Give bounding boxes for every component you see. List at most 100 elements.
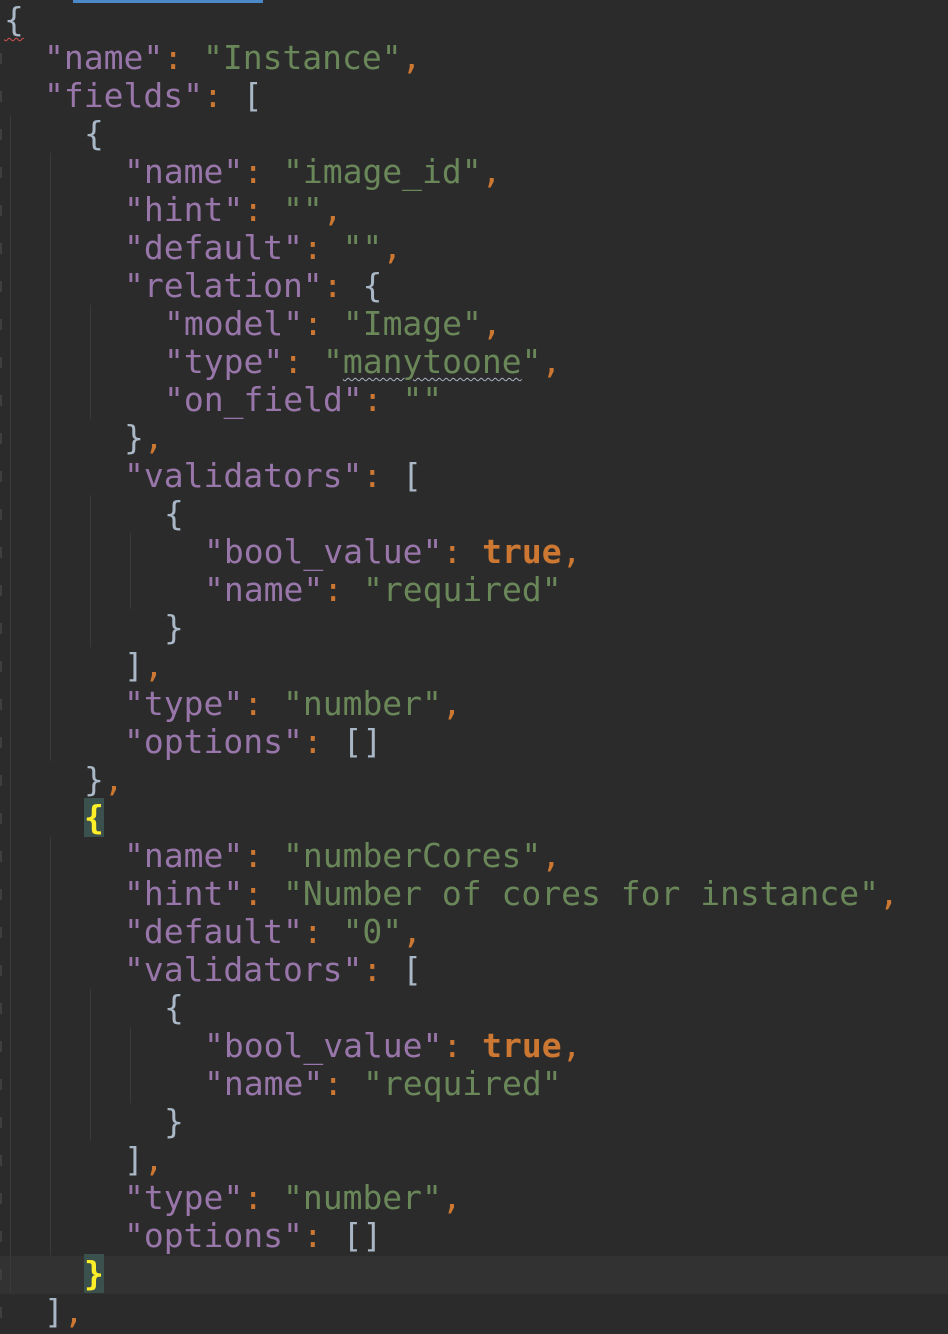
code-line[interactable]: }, — [84, 761, 124, 799]
code-token: : — [243, 684, 283, 723]
code-line[interactable]: } — [164, 1103, 184, 1141]
code-line[interactable]: { — [84, 798, 104, 837]
code-line[interactable]: "name": "required" — [204, 571, 562, 609]
fold-marker[interactable] — [0, 91, 2, 102]
code-token: "name" — [204, 1064, 324, 1103]
code-line[interactable]: ], — [124, 647, 164, 685]
fold-marker[interactable] — [0, 775, 2, 786]
code-editor[interactable]: {"name": "Instance", "fields": [{"name": … — [0, 0, 948, 1334]
code-token: ] — [44, 1292, 64, 1331]
fold-marker[interactable] — [0, 965, 2, 976]
fold-marker[interactable] — [0, 813, 2, 824]
code-line[interactable]: "on_field": "" — [164, 381, 442, 419]
code-line[interactable]: "type": "manytoone", — [164, 343, 561, 381]
code-token: , — [63, 1292, 84, 1331]
fold-marker[interactable] — [0, 319, 2, 330]
code-token: , — [879, 874, 899, 913]
code-line[interactable]: "name": "numberCores", — [124, 837, 561, 875]
code-token: "bool_value" — [204, 1026, 443, 1065]
code-token: : — [243, 874, 283, 913]
code-line[interactable]: "type": "number", — [124, 685, 462, 723]
fold-marker[interactable] — [0, 1117, 2, 1128]
fold-marker[interactable] — [0, 1193, 2, 1204]
fold-marker[interactable] — [0, 395, 2, 406]
fold-marker[interactable] — [0, 471, 2, 482]
code-token: : — [323, 1064, 363, 1103]
fold-marker[interactable] — [0, 1079, 2, 1090]
code-line[interactable]: } — [84, 1254, 104, 1293]
code-line[interactable]: { — [164, 495, 184, 533]
fold-marker[interactable] — [0, 167, 2, 178]
fold-marker[interactable] — [0, 433, 2, 444]
fold-marker[interactable] — [0, 737, 2, 748]
code-token: } — [164, 608, 184, 647]
code-token: "model" — [164, 304, 304, 343]
code-line[interactable]: "default": "", — [124, 229, 402, 267]
fold-marker[interactable] — [0, 357, 2, 368]
code-line[interactable]: "relation": { — [124, 267, 382, 305]
code-token: , — [561, 532, 582, 571]
fold-marker[interactable] — [0, 585, 2, 596]
fold-marker[interactable] — [0, 1231, 2, 1242]
code-token: , — [143, 646, 164, 685]
code-line[interactable]: "name": "Instance", — [44, 39, 422, 77]
code-line[interactable]: "model": "Image", — [164, 305, 502, 343]
fold-marker[interactable] — [0, 1003, 2, 1014]
fold-marker[interactable] — [0, 281, 2, 292]
code-line[interactable]: "bool_value": true, — [204, 1027, 582, 1065]
code-token: "hint" — [124, 190, 244, 229]
code-line[interactable]: "name": "image_id", — [124, 153, 502, 191]
fold-marker[interactable] — [0, 509, 2, 520]
fold-marker[interactable] — [0, 1041, 2, 1052]
code-token: "on_field" — [164, 380, 363, 419]
code-line[interactable]: "options": [] — [124, 1217, 382, 1255]
code-line[interactable]: "hint": "", — [124, 191, 343, 229]
code-token: "name" — [44, 38, 164, 77]
code-line[interactable]: "type": "number", — [124, 1179, 462, 1217]
code-line[interactable]: "validators": [ — [124, 457, 422, 495]
code-line[interactable]: { — [84, 115, 104, 153]
code-line[interactable]: }, — [124, 419, 164, 457]
fold-marker[interactable] — [0, 1269, 2, 1280]
fold-marker[interactable] — [0, 53, 2, 64]
code-line[interactable]: } — [164, 609, 184, 647]
fold-marker[interactable] — [0, 661, 2, 672]
code-token: " — [521, 342, 542, 381]
code-token: "" — [402, 380, 443, 419]
code-line[interactable]: "fields": [ — [44, 77, 263, 115]
fold-marker[interactable] — [0, 243, 2, 254]
code-line[interactable]: ], — [124, 1141, 164, 1179]
fold-marker[interactable] — [0, 129, 2, 140]
code-line[interactable]: "hint": "Number of cores for instance", — [124, 875, 899, 913]
fold-marker[interactable] — [0, 547, 2, 558]
indent-guide — [50, 837, 51, 1255]
fold-marker[interactable] — [0, 1155, 2, 1166]
fold-marker[interactable] — [0, 851, 2, 862]
code-line[interactable]: "default": "0", — [124, 913, 422, 951]
code-line[interactable]: "bool_value": true, — [204, 533, 582, 571]
fold-marker[interactable] — [0, 205, 2, 216]
code-token: : — [303, 304, 343, 343]
code-token: , — [561, 1026, 582, 1065]
code-token: : — [362, 380, 403, 419]
fold-gutter[interactable] — [0, 0, 8, 1334]
code-token: "image_id" — [282, 152, 482, 191]
code-line[interactable]: { — [4, 1, 24, 39]
code-token: } — [84, 760, 104, 799]
fold-marker[interactable] — [0, 623, 2, 634]
code-line[interactable]: { — [164, 989, 184, 1027]
code-line[interactable]: "options": [] — [124, 723, 382, 761]
fold-marker[interactable] — [0, 1307, 2, 1318]
code-token: [] — [342, 1216, 383, 1255]
code-token: , — [481, 152, 502, 191]
code-token: } — [84, 1254, 104, 1293]
code-line[interactable]: "name": "required" — [204, 1065, 562, 1103]
code-token: "name" — [124, 836, 244, 875]
fold-marker[interactable] — [0, 927, 2, 938]
fold-marker[interactable] — [0, 699, 2, 710]
code-token: { — [84, 114, 104, 153]
code-line[interactable]: "validators": [ — [124, 951, 422, 989]
code-line[interactable]: ], — [44, 1293, 84, 1331]
fold-marker[interactable] — [0, 889, 2, 900]
code-token: : — [362, 950, 403, 989]
